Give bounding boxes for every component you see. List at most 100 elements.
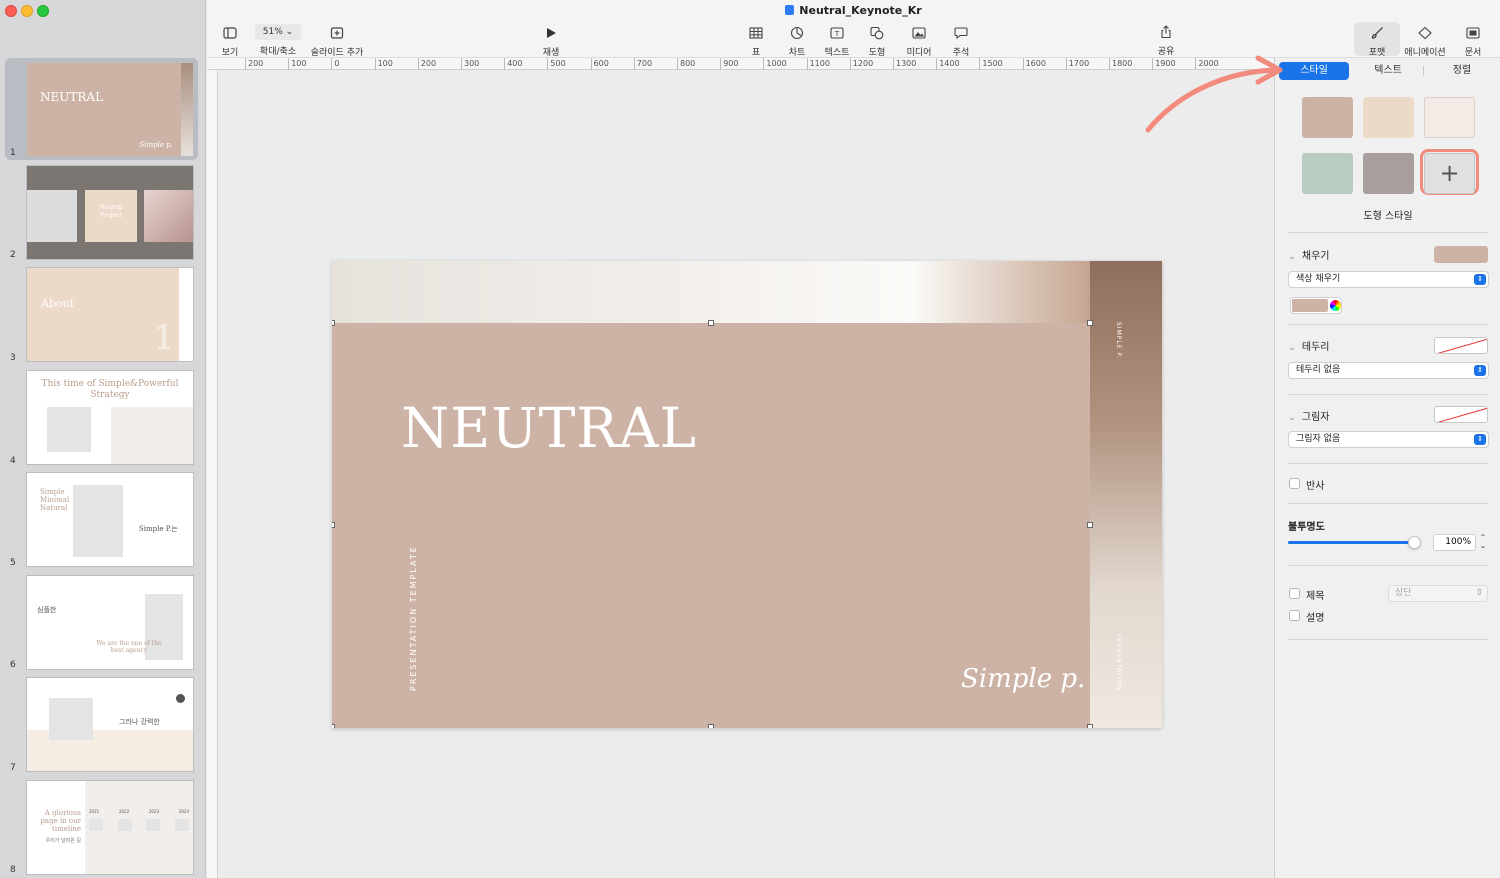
slide-thumbnail-2[interactable]: Neutral Project [26,165,194,260]
reflection-checkbox[interactable] [1289,478,1300,489]
slide-navigator: 1 NEUTRAL Simple p. 2 Neutral Project 3 … [0,0,206,878]
thumb-side-text: Simple P.는 [139,525,178,533]
color-wheel-icon[interactable] [1330,300,1341,311]
ruler-label: 1500 [982,59,1003,68]
title-position-select[interactable]: 상단 ⇕ [1388,585,1488,602]
thumb-title: Neutral Project [99,204,123,219]
fill-color-picker[interactable] [1290,297,1342,314]
right-background-image [1090,261,1162,728]
minimize-window-button[interactable] [21,5,33,17]
tab-arrange[interactable]: 정렬 [1427,62,1497,80]
slide-canvas[interactable]: NEUTRAL PRESENTATION TEMPLATE Simple p. … [218,70,1274,878]
ruler-label: 200 [420,59,437,68]
add-style-button[interactable]: + [1424,153,1475,194]
popup-arrows-icon: ⇕ [1474,274,1486,285]
shape-button[interactable]: 도형 [865,25,889,58]
format-inspector: 스타일 텍스트 정렬 + 도형 스타일 ⌄ 채우기 색상 채우기 ⇕ ⌄ 테두리 … [1274,58,1500,878]
close-window-button[interactable] [5,5,17,17]
fill-type-select[interactable]: 색상 채우기 ⇕ [1288,271,1489,288]
svg-text:T: T [834,30,840,38]
ruler-label: 0 [334,59,340,68]
style-swatch[interactable] [1363,153,1414,194]
document-icon [1466,27,1480,39]
text-box-icon: T [830,27,844,39]
opacity-slider-fill [1288,541,1415,544]
slide-thumbnail-8[interactable]: A glorious page in our timeline 우리가 달려온 … [26,780,194,875]
ruler-label: 1700 [1068,59,1090,68]
comment-icon [954,27,968,40]
view-button[interactable]: 보기 [216,25,244,58]
play-button[interactable]: 재생 [538,25,564,58]
play-icon [547,28,556,38]
slide-number: 8 [10,865,16,875]
keynote-window: 1 NEUTRAL Simple p. 2 Neutral Project 3 … [0,0,1500,878]
tab-text[interactable]: 텍스트 [1353,62,1423,80]
style-swatch[interactable] [1302,153,1353,194]
slide-title[interactable]: NEUTRAL [401,396,697,460]
border-color-well[interactable] [1434,337,1488,354]
opacity-value-field[interactable]: 100% [1433,534,1476,551]
slide-thumbnail-6[interactable]: 심플한 We are the one of the best agency [26,575,194,670]
style-swatch[interactable] [1424,97,1475,138]
thumb-title: A glorious page in our timeline [40,809,81,833]
style-swatch[interactable] [1363,97,1414,138]
fill-color-well[interactable] [1434,246,1488,263]
zoom-window-button[interactable] [37,5,49,17]
resize-handle[interactable] [332,320,335,326]
ruler-label: 600 [593,59,609,68]
resize-handle[interactable] [708,724,714,728]
thumb-subtitle: We are the one of the best agency [96,640,162,654]
keynote-doc-icon [785,5,795,15]
opacity-slider[interactable] [1288,536,1421,549]
plus-icon: + [1439,159,1460,187]
shadow-type-select[interactable]: 그림자 없음 ⇕ [1288,431,1489,448]
style-swatch[interactable] [1302,97,1353,138]
media-button[interactable]: 미디어 [904,25,934,58]
format-button[interactable]: 포맷 [1354,22,1400,58]
border-type-select[interactable]: 테두리 없음 ⇕ [1288,362,1489,379]
resize-handle[interactable] [1087,522,1093,528]
resize-handle[interactable] [332,724,335,728]
table-button[interactable]: 표 [746,25,766,58]
fill-section[interactable]: ⌄ 채우기 [1288,247,1330,262]
slide-number: 2 [10,250,16,260]
add-slide-button[interactable]: 슬라이드 추가 [308,25,366,58]
slide-thumbnail-7[interactable]: 그러나 강력한 [26,677,194,772]
ruler-label: 1300 [896,59,917,68]
side-label-bottom: PRESENTATION [1115,634,1122,692]
slide-thumbnail-5[interactable]: Simple Minimal Natural Simple P.는 [26,472,194,567]
opacity-stepper[interactable]: ⌃ ⌄ [1478,534,1488,551]
resize-handle[interactable] [708,320,714,326]
share-icon [1161,25,1171,39]
shadow-section[interactable]: ⌄ 그림자 [1288,408,1330,423]
slide-thumbnail-1[interactable]: NEUTRAL Simple p. [26,62,194,157]
slide-thumbnail-3[interactable]: About 1 [26,267,194,362]
slide-number: 7 [10,763,16,773]
ruler-label: 100 [291,59,307,68]
ruler-label: 100 [377,59,393,68]
resize-handle[interactable] [1087,724,1093,728]
zoom-value: 51% [262,27,283,37]
table-icon [749,27,763,39]
resize-handle[interactable] [1087,320,1093,326]
ruler-label: 1600 [1025,59,1046,68]
opacity-slider-knob[interactable] [1408,536,1421,549]
border-section[interactable]: ⌄ 테두리 [1288,338,1330,353]
side-label-top: SIMPLE P. [1115,322,1122,360]
caption-checkbox[interactable] [1289,610,1300,621]
thumb-title: NEUTRAL [40,90,104,104]
chart-button[interactable]: 차트 [784,25,810,58]
slide-thumbnail-4[interactable]: This time of Simple&Powerful Strategy [26,370,194,465]
ruler-label: 900 [723,59,739,68]
slide-number: 4 [10,456,16,466]
shadow-color-well[interactable] [1434,406,1488,423]
thumb-signature: Simple p. [139,141,173,149]
comment-button[interactable]: 주석 [949,25,973,58]
animate-button[interactable]: 애니메이션 [1403,25,1447,58]
title-checkbox[interactable] [1289,588,1300,599]
document-button[interactable]: 문서 [1460,25,1486,58]
resize-handle[interactable] [332,522,335,528]
zoom-control[interactable]: 51% ⌄ 확대/축소 [255,24,301,57]
text-button[interactable]: T 텍스트 [821,25,853,58]
main-slide[interactable]: NEUTRAL PRESENTATION TEMPLATE Simple p. … [332,261,1162,728]
